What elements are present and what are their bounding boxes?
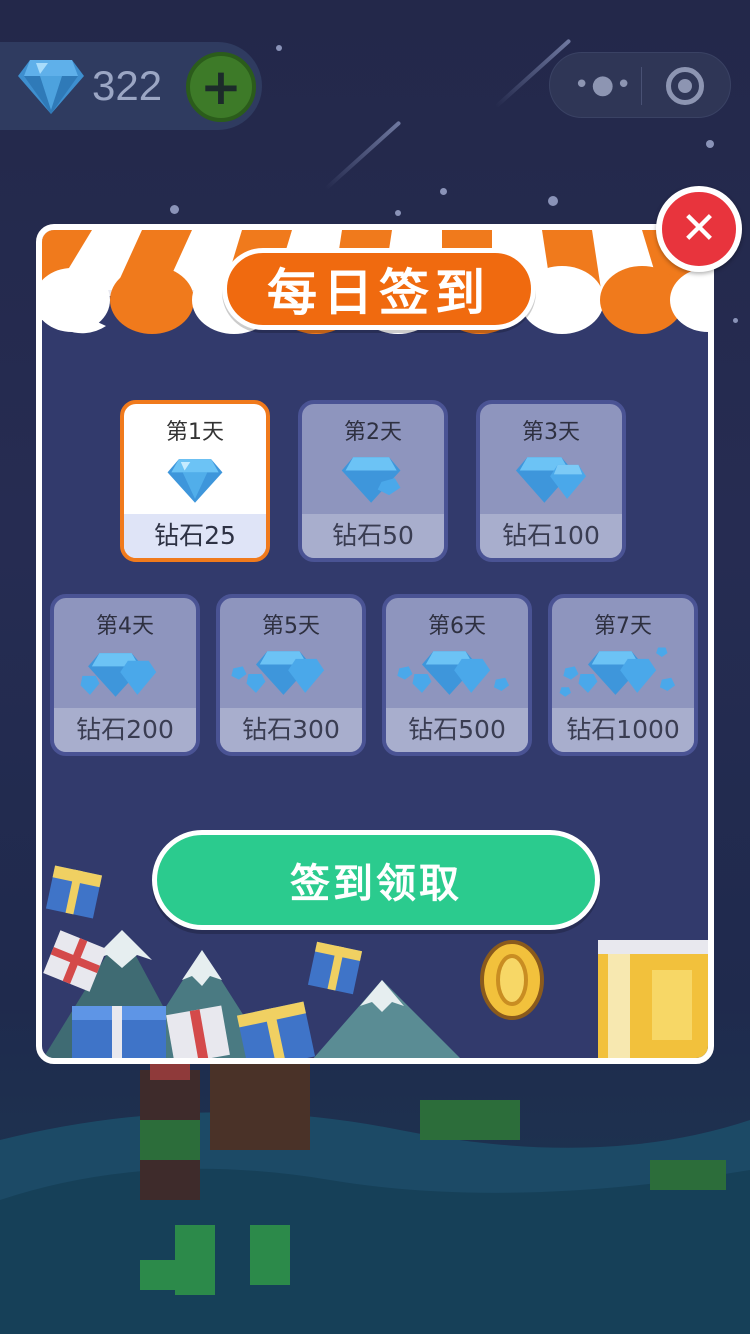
day-label: 第6天 (428, 614, 486, 639)
modal-title: 每日签到 (267, 264, 491, 322)
day-label: 第7天 (594, 614, 652, 639)
reward-label: 钻石1000 (552, 708, 694, 752)
mini-program-capsule: •●• (549, 52, 731, 118)
day-card-3[interactable]: 第3天 钻石100 (476, 400, 626, 562)
day-card-4[interactable]: 第4天 钻石200 (50, 594, 200, 756)
day-label: 第3天 (522, 420, 580, 445)
reward-label: 钻石500 (386, 708, 528, 752)
reward-label: 钻石200 (54, 708, 196, 752)
claim-label: 签到领取 (290, 861, 462, 907)
add-diamonds-button[interactable]: + (186, 52, 256, 122)
day-card-5[interactable]: 第5天 钻石300 (216, 594, 366, 756)
diamond-pile-icon (341, 457, 401, 503)
reward-label: 钻石100 (480, 514, 622, 558)
day-card-2[interactable]: 第2天 钻石50 (298, 400, 448, 562)
diamond-pile-icon (397, 651, 510, 695)
day-label: 第2天 (344, 420, 402, 445)
diamond-pile-icon (80, 653, 157, 697)
more-dots-icon[interactable]: •●• (574, 70, 633, 100)
day-card-1[interactable]: 第1天 钻石25 (120, 400, 270, 562)
diamond-count: 322 (92, 62, 163, 109)
reward-label: 钻石50 (302, 514, 444, 558)
title-banner: 每日签到 (222, 248, 536, 330)
reward-label: 钻石300 (220, 708, 362, 752)
target-icon[interactable] (666, 67, 704, 105)
diamond-pile-icon (515, 457, 587, 503)
diamond-pile-icon (231, 651, 325, 695)
plus-icon: + (200, 58, 242, 116)
claim-button[interactable]: 签到领取 (152, 830, 600, 930)
background-hills (0, 1060, 750, 1334)
day-card-7[interactable]: 第7天 钻石1000 (548, 594, 698, 756)
diamond-icon (18, 60, 84, 114)
diamond-pile-icon (559, 647, 676, 697)
day-label: 第5天 (262, 614, 320, 639)
day-label: 第1天 (166, 420, 224, 445)
day-label: 第4天 (96, 614, 154, 639)
diamond-reward-icon (167, 459, 223, 503)
reward-label: 钻石25 (124, 514, 266, 558)
close-x-icon: ✕ (680, 203, 718, 254)
close-button[interactable]: ✕ (656, 186, 742, 272)
day-card-6[interactable]: 第6天 钻石500 (382, 594, 532, 756)
daily-checkin-modal: 每日签到 第1天 钻石25 第2天 钻石50 第3天 钻石100 第4天 钻石2… (36, 224, 714, 1064)
